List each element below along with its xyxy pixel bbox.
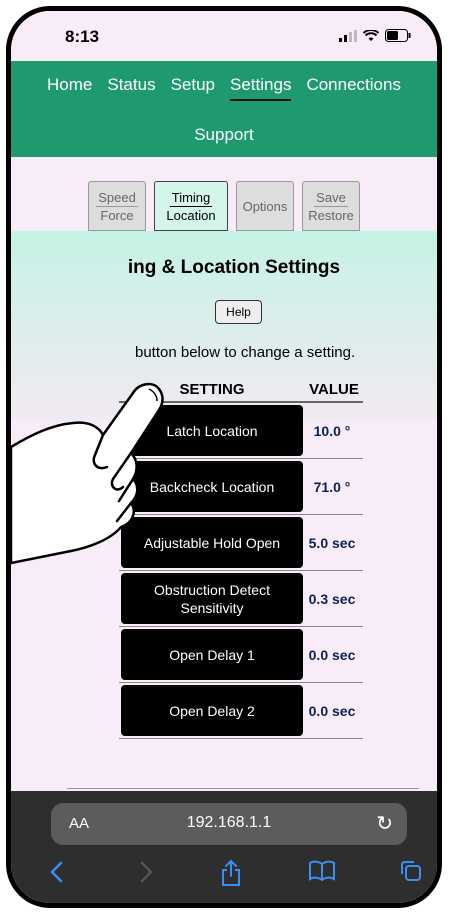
subtab-line1: Save [314, 189, 348, 207]
nav-support[interactable]: Support [11, 125, 437, 145]
settings-content: Speed Force Timing Location Options Save… [11, 157, 437, 791]
phone-frame: 8:13 Home Status Setup Settings Connecti… [6, 6, 442, 908]
url-text: 192.168.1.1 [186, 814, 272, 831]
backcheck-location-value: 71.0 ° [313, 478, 351, 495]
settings-subtabs: Speed Force Timing Location Options Save… [11, 181, 437, 231]
open-delay-1-value: 0.0 sec [308, 646, 356, 663]
battery-icon [385, 29, 411, 42]
share-icon[interactable] [220, 859, 242, 887]
back-icon[interactable] [47, 859, 67, 885]
open-delay-1-button[interactable]: Open Delay 1 [121, 629, 303, 680]
pointing-hand-icon [11, 382, 164, 565]
obstruction-detect-button[interactable]: Obstruction Detect Sensitivity [121, 573, 303, 624]
obstruction-detect-value: 0.3 sec [308, 590, 356, 607]
tabs-icon[interactable] [399, 859, 423, 883]
status-bar: 8:13 [11, 11, 437, 61]
nav-settings[interactable]: Settings [230, 75, 292, 101]
instruction-text: button below to change a setting. [135, 344, 356, 361]
latch-location-value: 10.0 ° [313, 422, 351, 439]
subtab-line1: Speed [96, 189, 138, 207]
nav-home[interactable]: Home [47, 75, 92, 101]
browser-chrome: AA 192.168.1.1 ↻ [11, 791, 437, 903]
open-delay-2-value: 0.0 sec [308, 702, 356, 719]
wifi-icon [363, 29, 379, 41]
subtab-options[interactable]: Options [236, 181, 294, 231]
subtab-line2: Restore [308, 207, 354, 223]
subtab-timing-location[interactable]: Timing Location [154, 181, 228, 231]
top-nav: Home Status Setup Settings Connections S… [11, 61, 437, 157]
forward-icon[interactable] [136, 859, 156, 885]
browser-toolbar [11, 855, 437, 895]
table-row: Obstruction Detect Sensitivity 0.3 sec [119, 571, 363, 627]
bookmarks-icon[interactable] [308, 859, 336, 883]
nav-tabs: Home Status Setup Settings Connections [11, 75, 437, 101]
subtab-speed-force[interactable]: Speed Force [88, 181, 146, 231]
subtab-line2: Location [166, 207, 216, 223]
table-row: Open Delay 1 0.0 sec [119, 627, 363, 683]
adjustable-hold-open-value: 5.0 sec [308, 534, 356, 551]
nav-connections[interactable]: Connections [306, 75, 401, 101]
help-button[interactable]: Help [215, 300, 262, 324]
page-title: ing & Location Settings [127, 257, 341, 278]
open-delay-2-button[interactable]: Open Delay 2 [121, 685, 303, 736]
table-row: Open Delay 2 0.0 sec [119, 683, 363, 739]
subtab-save-restore[interactable]: Save Restore [302, 181, 360, 231]
header-value: VALUE [309, 380, 359, 398]
address-bar[interactable]: AA 192.168.1.1 ↻ [51, 803, 407, 845]
cellular-signal-icon [339, 29, 357, 42]
status-icons [339, 29, 411, 42]
status-time: 8:13 [65, 27, 100, 46]
subtab-line1: Options [242, 198, 288, 214]
nav-status[interactable]: Status [107, 75, 155, 101]
nav-setup[interactable]: Setup [171, 75, 215, 101]
reload-icon[interactable]: ↻ [376, 811, 393, 836]
footer-divider [67, 788, 419, 789]
subtab-line2: Force [100, 207, 134, 223]
subtab-line1: Timing [169, 189, 213, 207]
